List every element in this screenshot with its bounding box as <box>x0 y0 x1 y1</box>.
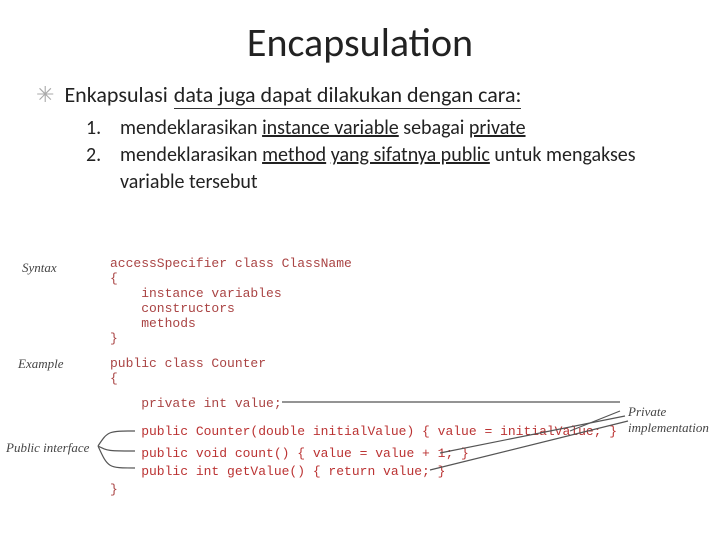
asterisk-icon: ✳ <box>36 84 54 106</box>
list-number: 1. <box>86 115 106 142</box>
t: instance variable <box>262 116 399 140</box>
t: method <box>262 143 326 167</box>
t: mendeklarasikan <box>120 143 262 167</box>
list-item: 2. mendeklarasikan method yang sifatnya … <box>86 142 690 196</box>
bullet-row: ✳ Enkapsulasi data juga dapat dilakukan … <box>36 81 690 109</box>
t: private <box>469 116 526 140</box>
diagram-area: Syntax accessSpecifier class ClassName {… <box>0 256 720 506</box>
label-public-interface: Public interface <box>6 440 89 456</box>
example-close: } <box>110 482 118 497</box>
numbered-list: 1. mendeklarasikan instance variable seb… <box>86 115 690 196</box>
t: yang sifatnya public <box>331 143 490 167</box>
public-line-2: public void count() { value = value + 1;… <box>110 446 469 461</box>
label-syntax: Syntax <box>22 260 57 276</box>
list-item: 1. mendeklarasikan instance variable seb… <box>86 115 690 142</box>
list-number: 2. <box>86 142 106 196</box>
public-line-3: public int getValue() { return value; } <box>110 464 445 479</box>
label-private-impl: Private implementation <box>628 404 718 435</box>
intro-text: Enkapsulasi data juga dapat dilakukan de… <box>64 81 521 109</box>
private-line: private int value; <box>110 396 282 411</box>
intro-underlined: data juga dapat dilakukan dengan cara: <box>174 81 522 109</box>
slide-title: Encapsulation <box>30 18 690 67</box>
public-line-1: public Counter(double initialValue) { va… <box>110 424 617 439</box>
list-body: mendeklarasikan instance variable sebaga… <box>120 115 526 142</box>
t: mendeklarasikan <box>120 116 262 140</box>
example-head: public class Counter { <box>110 356 266 386</box>
syntax-code: accessSpecifier class ClassName { instan… <box>110 256 352 346</box>
intro-prefix: Enkapsulasi <box>64 81 167 109</box>
t: sebagai <box>399 116 469 140</box>
label-example: Example <box>18 356 63 372</box>
list-body: mendeklarasikan method yang sifatnya pub… <box>120 142 690 196</box>
